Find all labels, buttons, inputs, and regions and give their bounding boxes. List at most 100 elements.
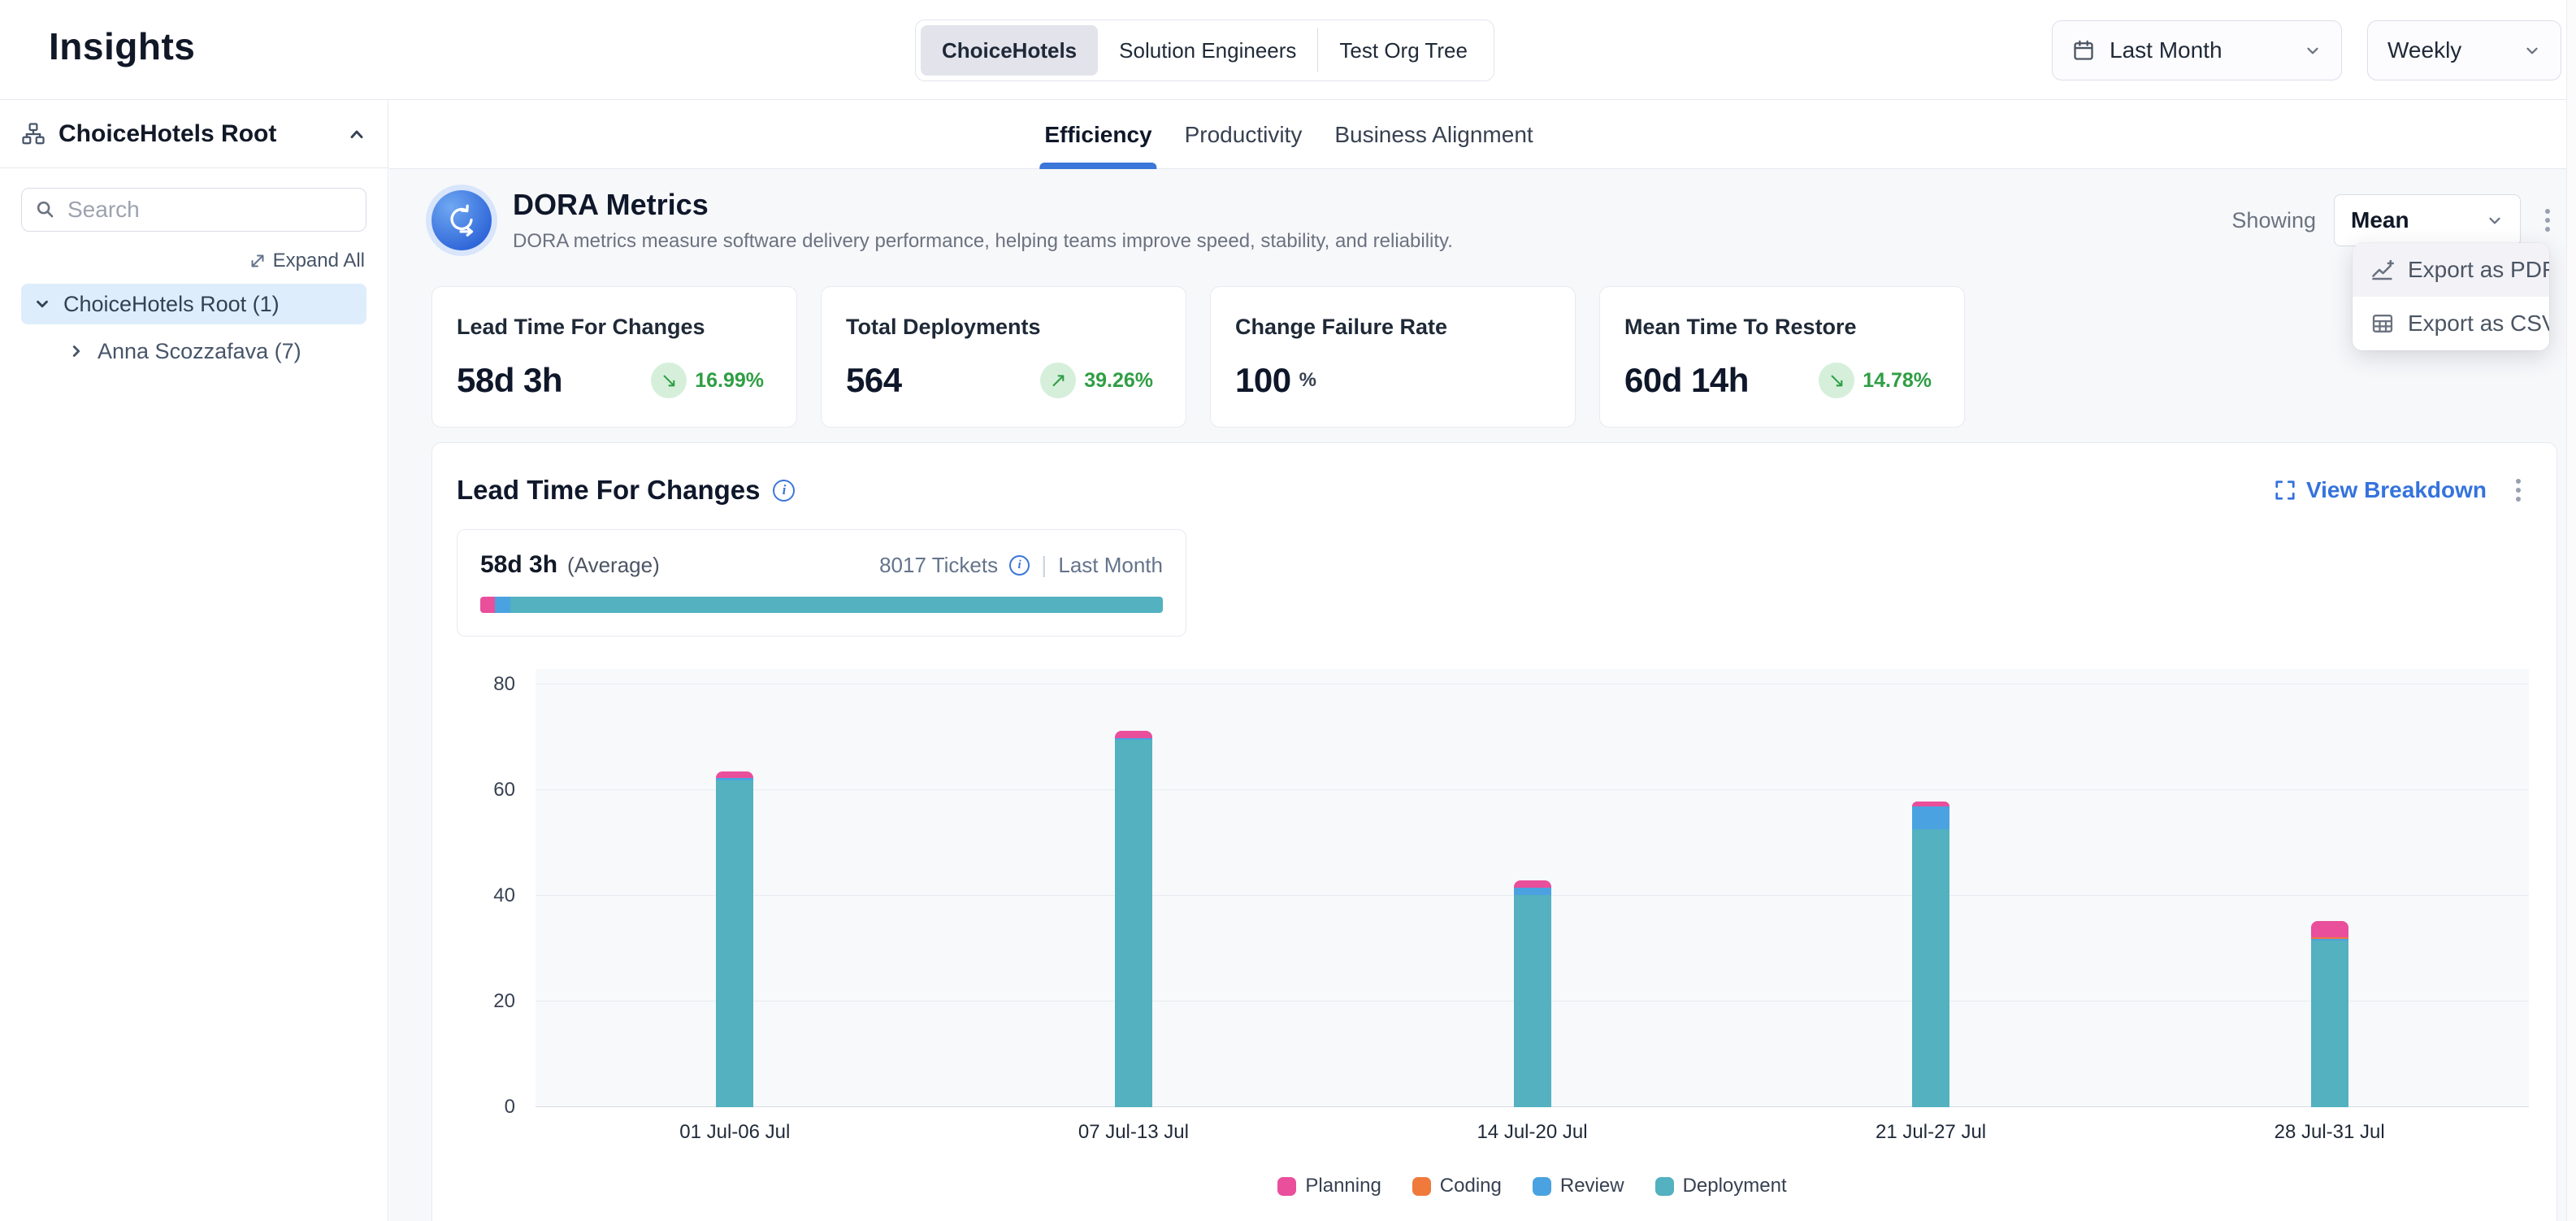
bar-segment <box>1514 895 1551 1107</box>
org-tab-test-org-tree[interactable]: Test Org Tree <box>1318 25 1489 76</box>
lead-time-chart-card: Lead Time For Changes View Breakdown <box>432 442 2557 1221</box>
tab-productivity[interactable]: Productivity <box>1185 100 1303 169</box>
tree-item-root[interactable]: ChoiceHotels Root (1) <box>21 284 366 324</box>
active-tab-underline <box>1039 163 1156 169</box>
chart-kebab-menu-button[interactable] <box>2509 472 2527 508</box>
legend-item[interactable]: Review <box>1533 1175 1624 1197</box>
legend-item[interactable]: Deployment <box>1655 1175 1787 1197</box>
y-tick-label: 80 <box>457 673 515 696</box>
chevron-right-icon <box>67 341 86 361</box>
org-segmented-control: ChoiceHotels Solution Engineers Test Org… <box>915 20 1494 81</box>
main-area: Efficiency Productivity Business Alignme… <box>389 100 2576 1221</box>
delta-value: 39.26% <box>1084 369 1153 393</box>
export-menu: Export as PDF Export as CSV <box>2353 243 2549 350</box>
stacked-bar[interactable] <box>716 771 753 1107</box>
stacked-bar[interactable] <box>2311 921 2348 1107</box>
tree-item-anna[interactable]: Anna Scozzafava (7) <box>55 331 366 372</box>
expand-icon <box>249 252 267 270</box>
x-tick-label: 28 Jul-31 Jul <box>2208 1121 2452 1144</box>
dora-header: DORA Metrics DORA metrics measure softwa… <box>432 185 2556 255</box>
chevron-down-icon <box>33 294 52 314</box>
metric-card-lead-time[interactable]: Lead Time For Changes 58d 3h ↘ 16.99% <box>432 286 797 428</box>
tree-item-label: ChoiceHotels Root (1) <box>63 292 280 317</box>
dora-titles: DORA Metrics DORA metrics measure softwa… <box>513 188 1453 253</box>
dora-title: DORA Metrics <box>513 188 1453 222</box>
trend-up-icon: ↗ <box>1040 363 1076 398</box>
expand-all-button[interactable]: Expand All <box>0 250 365 272</box>
chevron-down-icon <box>2486 211 2504 229</box>
metric-card-total-deployments[interactable]: Total Deployments 564 ↗ 39.26% <box>821 286 1186 428</box>
metric-title: Mean Time To Restore <box>1624 315 1932 340</box>
content: DORA Metrics DORA metrics measure softwa… <box>389 169 2576 1221</box>
summary-meta: 8017 Tickets | Last Month <box>879 552 1163 578</box>
sidebar-collapse-button[interactable] <box>347 124 366 144</box>
summary-value: 58d 3h <box>480 551 557 579</box>
bar-segment <box>1514 880 1551 888</box>
org-tab-label: Test Org Tree <box>1339 38 1468 63</box>
legend-label: Coding <box>1440 1175 1502 1197</box>
section-title-group: Lead Time For Changes <box>457 475 795 506</box>
legend-swatch <box>1655 1177 1674 1196</box>
info-icon[interactable] <box>773 480 795 502</box>
separator: | <box>1041 552 1047 578</box>
x-tick-label: 07 Jul-13 Jul <box>1012 1121 1255 1144</box>
delta-value: 14.78% <box>1863 369 1932 393</box>
stacked-bar[interactable] <box>1115 731 1152 1107</box>
org-tab-choicehotels[interactable]: ChoiceHotels <box>921 25 1098 76</box>
sidebar-header: ChoiceHotels Root <box>0 100 388 168</box>
aggregation-select[interactable]: Mean <box>2334 194 2521 246</box>
bar-segment <box>1912 829 1949 1107</box>
tab-label: Efficiency <box>1044 122 1151 148</box>
y-axis-labels: 020406080 <box>457 669 515 1107</box>
granularity-select[interactable]: Weekly <box>2367 20 2561 80</box>
org-chart-icon <box>21 122 46 146</box>
phase-segment-review <box>495 597 510 613</box>
showing-group: Showing Mean <box>2231 194 2556 246</box>
x-tick-label: 01 Jul-06 Jul <box>613 1121 856 1144</box>
chevron-down-icon <box>2304 41 2322 59</box>
gridline <box>536 789 2529 790</box>
view-breakdown-button[interactable]: View Breakdown <box>2274 477 2487 503</box>
search-input[interactable] <box>67 197 336 223</box>
metric-title: Lead Time For Changes <box>457 315 764 340</box>
x-axis-labels: 01 Jul-06 Jul07 Jul-13 Jul14 Jul-20 Jul2… <box>457 1121 2529 1154</box>
bar-segment <box>2311 941 2348 1107</box>
table-icon <box>2370 311 2395 336</box>
delta-value: 16.99% <box>695 369 764 393</box>
period-select[interactable]: Last Month <box>2052 20 2342 80</box>
legend-item[interactable]: Coding <box>1412 1175 1502 1197</box>
org-tab-solution-engineers[interactable]: Solution Engineers <box>1098 25 1317 76</box>
bar-segment <box>1514 888 1551 895</box>
tickets-count: 8017 Tickets <box>879 553 998 578</box>
info-icon[interactable] <box>1009 555 1030 576</box>
metric-cards: Lead Time For Changes 58d 3h ↘ 16.99% To… <box>432 286 2556 428</box>
metric-card-mean-time-to-restore[interactable]: Mean Time To Restore 60d 14h ↘ 14.78% <box>1599 286 1965 428</box>
metric-card-change-failure-rate[interactable]: Change Failure Rate 100 % <box>1210 286 1576 428</box>
bar-segment <box>716 771 753 778</box>
calendar-icon <box>2072 39 2095 62</box>
sidebar-search[interactable] <box>21 188 366 232</box>
chevron-down-icon <box>2523 41 2541 59</box>
dora-kebab-menu-button[interactable] <box>2539 202 2556 238</box>
org-tree-sidebar: ChoiceHotels Root Expand All ChoiceHotel… <box>0 100 388 1221</box>
legend-swatch <box>1412 1177 1431 1196</box>
legend-item[interactable]: Planning <box>1277 1175 1381 1197</box>
metric-value: 58d 3h <box>457 361 562 400</box>
export-pdf-menu-item[interactable]: Export as PDF <box>2353 243 2549 297</box>
summary-period: Last Month <box>1058 553 1163 578</box>
tab-business-alignment[interactable]: Business Alignment <box>1334 100 1533 169</box>
tabs: Efficiency Productivity Business Alignme… <box>1044 100 1533 169</box>
insights-page: Insights ChoiceHotels Solution Engineers… <box>0 0 2576 1221</box>
org-tab-label: Solution Engineers <box>1119 38 1296 63</box>
summary-top: 58d 3h (Average) 8017 Tickets | Last Mon… <box>480 551 1163 579</box>
section-title: Lead Time For Changes <box>457 475 760 506</box>
metric-value: 100 <box>1235 361 1291 400</box>
tab-efficiency[interactable]: Efficiency <box>1044 100 1151 169</box>
stacked-bar[interactable] <box>1912 802 1949 1107</box>
aggregation-select-value: Mean <box>2351 207 2409 233</box>
phase-segment-planning <box>480 597 495 613</box>
export-csv-menu-item[interactable]: Export as CSV <box>2353 297 2549 350</box>
vertical-scrollbar[interactable] <box>2566 0 2576 1221</box>
expand-corners-icon <box>2274 479 2296 502</box>
stacked-bar[interactable] <box>1514 880 1551 1107</box>
